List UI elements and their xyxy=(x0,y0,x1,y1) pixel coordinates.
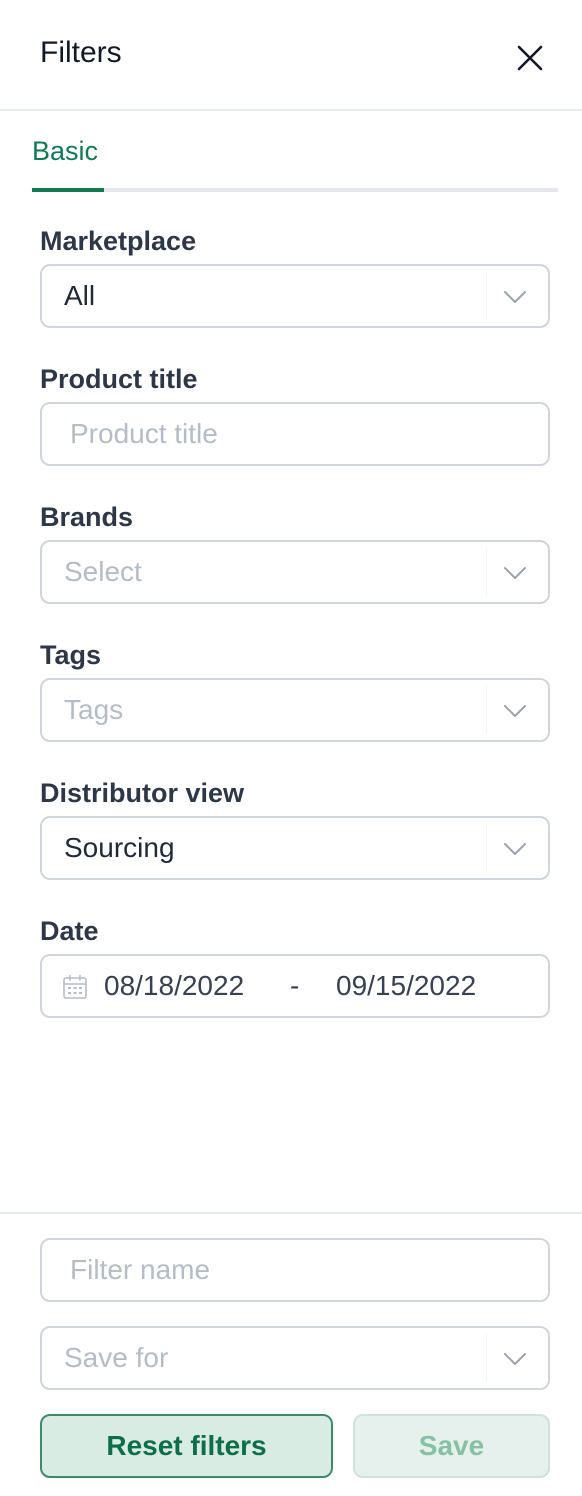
brands-placeholder: Select xyxy=(64,556,142,587)
close-button[interactable] xyxy=(512,40,548,76)
save-for-placeholder: Save for xyxy=(64,1342,169,1373)
close-icon xyxy=(517,45,543,71)
marketplace-select[interactable]: All xyxy=(40,264,550,328)
marketplace-label: Marketplace xyxy=(40,226,197,256)
brands-label: Brands xyxy=(40,502,134,532)
tab-active-indicator xyxy=(32,188,104,192)
select-divider xyxy=(486,1334,487,1382)
date-start-input[interactable]: 08/18/2022 xyxy=(104,970,244,1002)
tab-basic[interactable]: Basic xyxy=(32,130,104,192)
product-title-input[interactable] xyxy=(70,416,510,452)
filter-tabs: Basic xyxy=(32,130,558,192)
chevron-down-icon xyxy=(504,843,526,855)
calendar-icon xyxy=(63,974,87,999)
chevron-down-icon xyxy=(504,567,526,579)
tab-track xyxy=(32,188,558,192)
select-divider xyxy=(486,548,487,596)
select-divider xyxy=(486,686,487,734)
distributor-view-value: Sourcing xyxy=(64,832,175,863)
reset-filters-button[interactable]: Reset filters xyxy=(40,1414,333,1478)
chevron-down-icon xyxy=(504,291,526,303)
tags-label: Tags xyxy=(40,640,102,670)
tags-select[interactable]: Tags xyxy=(40,678,550,742)
distributor-view-label: Distributor view xyxy=(40,778,245,808)
product-title-label: Product title xyxy=(40,364,198,394)
date-label: Date xyxy=(40,916,99,946)
date-range-picker[interactable]: 08/18/2022 - 09/15/2022 xyxy=(40,954,550,1018)
tab-basic-label: Basic xyxy=(32,136,99,166)
tags-placeholder: Tags xyxy=(64,694,124,725)
product-title-field[interactable] xyxy=(40,402,550,466)
date-separator: - xyxy=(290,970,300,1001)
chevron-down-icon xyxy=(504,1353,526,1365)
date-end-input[interactable]: 09/15/2022 xyxy=(336,970,476,1002)
footer-divider xyxy=(0,1212,582,1214)
panel-header: Filters xyxy=(0,0,582,111)
brands-select[interactable]: Select xyxy=(40,540,550,604)
select-divider xyxy=(486,824,487,872)
marketplace-value: All xyxy=(64,280,96,311)
panel-title: Filters xyxy=(40,36,122,69)
save-button[interactable]: Save xyxy=(353,1414,550,1478)
filter-name-input[interactable] xyxy=(70,1252,510,1288)
select-divider xyxy=(486,272,487,320)
filter-name-field[interactable] xyxy=(40,1238,550,1302)
chevron-down-icon xyxy=(504,705,526,717)
distributor-view-select[interactable]: Sourcing xyxy=(40,816,550,880)
save-for-select[interactable]: Save for xyxy=(40,1326,550,1390)
